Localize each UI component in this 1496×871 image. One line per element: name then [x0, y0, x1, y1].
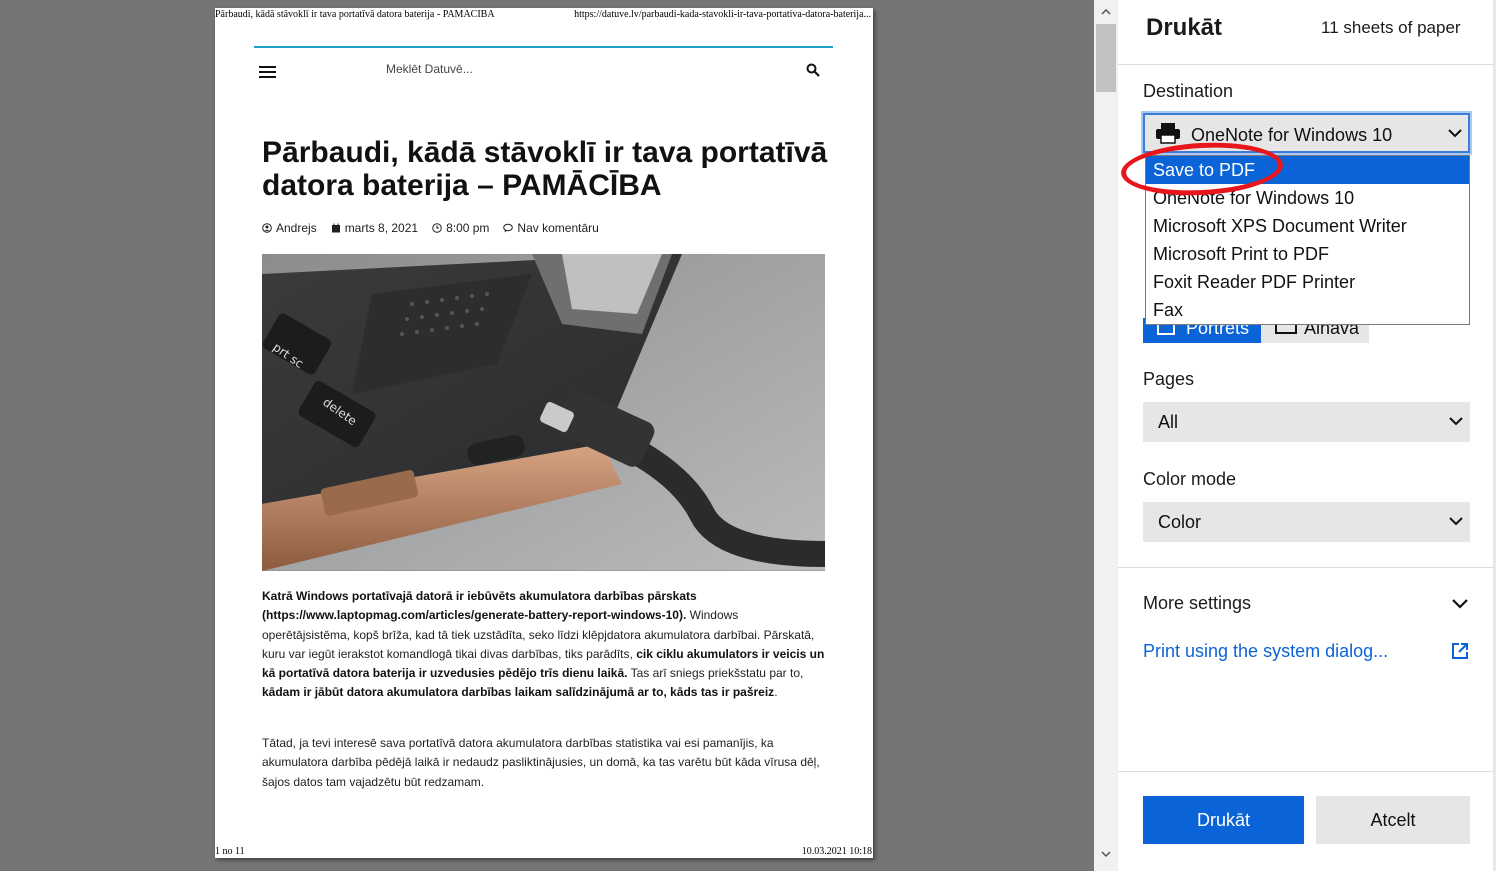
- pages-select[interactable]: All: [1143, 402, 1470, 442]
- article-paragraph-2: Tātad, ja tevi interesē sava portatīvā d…: [262, 736, 820, 789]
- scrollbar-thumb[interactable]: [1096, 24, 1116, 92]
- chevron-down-icon: [1449, 517, 1463, 526]
- scroll-down-arrow-icon[interactable]: [1100, 848, 1112, 860]
- option-xps-writer[interactable]: Microsoft XPS Document Writer: [1146, 212, 1469, 240]
- color-mode-label: Color mode: [1143, 469, 1237, 489]
- chevron-down-icon: [1448, 129, 1462, 138]
- color-mode-value: Color: [1158, 512, 1202, 532]
- print-button[interactable]: Drukāt: [1143, 796, 1304, 844]
- meta-author-text: Andrejs: [276, 221, 317, 235]
- option-fax[interactable]: Fax: [1146, 296, 1469, 324]
- meta-comments: Nav komentāru: [503, 221, 599, 235]
- p1-bold-1: Katrā Windows portatīvajā datorā ir iebū…: [262, 589, 697, 623]
- option-foxit-printer[interactable]: Foxit Reader PDF Printer: [1146, 268, 1469, 296]
- print-settings-panel: Drukāt 11 sheets of paper Destination On…: [1094, 0, 1496, 871]
- meta-date: marts 8, 2021: [331, 221, 418, 235]
- option-onenote[interactable]: OneNote for Windows 10: [1146, 184, 1469, 212]
- destination-value: OneNote for Windows 10: [1191, 125, 1393, 145]
- color-mode-select[interactable]: Color: [1143, 502, 1470, 542]
- sheet-count: 11 sheets of paper: [1321, 18, 1461, 37]
- meta-comments-text: Nav komentāru: [517, 221, 599, 235]
- option-ms-print-to-pdf[interactable]: Microsoft Print to PDF: [1146, 240, 1469, 268]
- destination-select[interactable]: OneNote for Windows 10: [1143, 113, 1470, 153]
- site-top-line: [254, 46, 833, 48]
- article-meta: Andrejs marts 8, 2021 8:00 pm Nav koment…: [262, 221, 599, 235]
- meta-time: 8:00 pm: [432, 221, 489, 235]
- calendar-icon: [331, 223, 340, 233]
- divider: [1118, 567, 1493, 568]
- p1-text-3: .: [774, 685, 778, 700]
- cancel-button[interactable]: Atcelt: [1316, 796, 1470, 844]
- article-title: Pārbaudi, kādā stāvoklī ir tava portatīv…: [262, 136, 828, 202]
- dialog-title: Drukāt: [1146, 14, 1223, 41]
- destination-label: Destination: [1143, 81, 1234, 101]
- more-settings-toggle[interactable]: More settings: [1143, 593, 1251, 614]
- print-preview-area: Pārbaudi, kādā stāvoklī ir tava portatīv…: [0, 0, 1094, 871]
- article-paragraph-1: Katrā Windows portatīvajā datorā ir iebū…: [262, 587, 827, 703]
- divider: [1118, 771, 1493, 772]
- pages-value: All: [1158, 412, 1179, 432]
- scroll-up-arrow-icon[interactable]: [1100, 6, 1112, 18]
- pages-label: Pages: [1143, 369, 1195, 389]
- preview-scrollbar[interactable]: [1094, 0, 1118, 871]
- page-footer-page-number: 1 no 11: [215, 846, 245, 857]
- system-dialog-link[interactable]: Print using the system dialog...: [1143, 641, 1388, 662]
- page-footer-datetime: 10.03.2021 10:18: [801, 846, 872, 857]
- chevron-down-icon: [1449, 417, 1463, 426]
- p1-bold-3: kādam ir jābūt datora akumulatora darbīb…: [262, 685, 775, 700]
- page-header-url: https://datuve.lv/parbaudi-kada-stavokli…: [574, 9, 871, 20]
- meta-date-text: marts 8, 2021: [344, 221, 419, 235]
- preview-page: Pārbaudi, kādā stāvoklī ir tava portatīv…: [215, 8, 873, 858]
- meta-author: Andrejs: [262, 221, 317, 235]
- option-save-to-pdf[interactable]: Save to PDF: [1146, 156, 1469, 184]
- user-icon: [262, 223, 272, 233]
- comment-icon: [503, 223, 514, 233]
- search-icon: [806, 63, 820, 77]
- chevron-down-icon[interactable]: [1452, 597, 1468, 609]
- meta-time-text: 8:00 pm: [446, 221, 490, 235]
- menu-icon: [259, 66, 276, 78]
- laptop-usb-c-photo: delete prt sc: [262, 254, 825, 571]
- divider: [1118, 64, 1493, 65]
- printer-icon: [1156, 123, 1180, 144]
- external-link-icon[interactable]: [1451, 642, 1469, 660]
- site-search-placeholder: Meklēt Datuvē...: [386, 62, 473, 76]
- destination-dropdown-list[interactable]: Save to PDF OneNote for Windows 10 Micro…: [1145, 155, 1470, 325]
- page-header-title: Pārbaudi, kādā stāvoklī ir tava portatīv…: [215, 9, 495, 20]
- clock-icon: [432, 223, 442, 233]
- p1-text-2: Tas arī sniegs priekšstatu par to,: [627, 666, 804, 681]
